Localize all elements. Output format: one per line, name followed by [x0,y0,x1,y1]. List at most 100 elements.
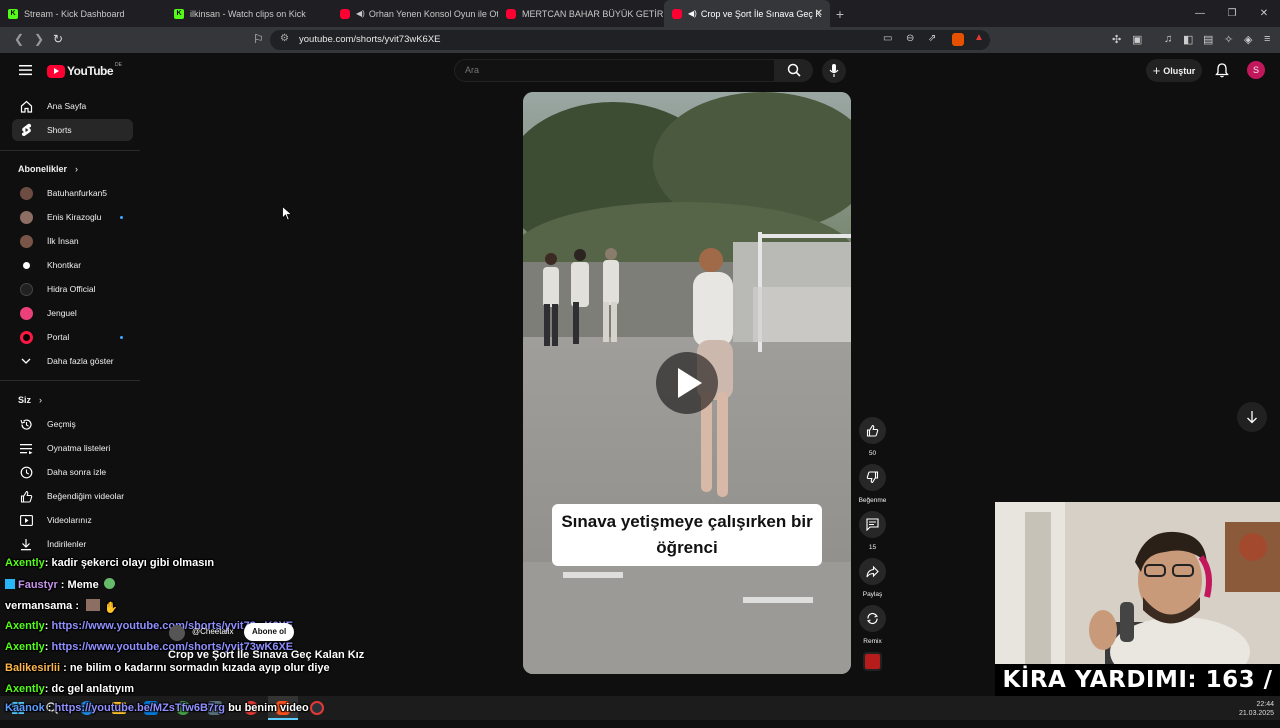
chat-message: Axently: kadir şekerci olayı gibi olması… [5,557,214,569]
rewards-icon[interactable]: ▲ [974,32,984,43]
menu-icon[interactable]: ≡ [1264,33,1270,45]
audio-track-thumbnail[interactable] [863,652,882,671]
voice-search-button[interactable] [822,59,846,83]
leo-ai-icon[interactable]: ✧ [1224,33,1233,46]
tab-search-icon[interactable]: ▣ [1132,33,1142,46]
chat-username: Axently [5,683,45,695]
sidebar-icon[interactable]: ◧ [1183,33,1193,46]
cast-icon[interactable]: ▭ [883,33,892,44]
subscribe-button[interactable]: Abone ol [244,623,295,641]
sidebar-item-label: İlk İnsan [47,236,79,246]
sidebar-item-label: Batuhanfurkan5 [47,188,108,198]
browser-tab[interactable]: K Stream - Kick Dashboard [0,0,166,27]
extensions-icon[interactable]: ✣ [1112,33,1121,46]
site-info-icon[interactable]: ⚙ [280,33,289,44]
channel-avatar [19,186,33,200]
chat-text: : Meme [57,579,99,591]
sidebar-item-label: Daha sonra izle [47,467,107,477]
sidebar-item-label: Oynatma listeleri [47,443,111,453]
youtube-logo[interactable]: YouTube DE [47,62,122,78]
play-button[interactable] [656,352,718,414]
dislike-button[interactable]: Beğenme [859,464,886,504]
sidebar-item-label: Videolarınız [47,515,92,525]
show-more-button[interactable]: Daha fazla göster [12,350,133,372]
like-button[interactable]: 50 [859,417,886,457]
close-window-icon[interactable]: ✕ [1248,8,1280,19]
sidebar-item-your-videos[interactable]: Videolarınız [12,509,133,531]
sidebar-item-watch-later[interactable]: Daha sonra izle [12,461,133,483]
browser-tab-bar: K Stream - Kick Dashboard Kilkinsan - Wat… [0,0,1280,27]
sidebar-item-channel[interactable]: Hidra Official [12,278,133,300]
next-short-button[interactable] [1237,402,1267,432]
url-text: youtube.com/shorts/yvit73wK6XE [299,34,441,45]
sidebar-item-label: Portal [47,332,70,342]
browser-tab[interactable]: MERTCAN BAHAR BÜYÜK GETİR OLA [498,0,664,27]
address-bar[interactable]: ⚙ youtube.com/shorts/yvit73wK6XE ▭ ⊖ ⇗ ▲ [270,30,990,50]
share-icon[interactable]: ⇗ [928,33,936,44]
channel-avatar [19,258,33,272]
sidebar-item-label: Shorts [47,125,72,135]
zoom-icon[interactable]: ⊖ [906,33,914,44]
download-icon [19,537,33,551]
sidebar-item-liked-videos[interactable]: Beğendiğim videolar [12,485,133,507]
sidebar-item-channel[interactable]: Khontkar [12,254,133,276]
hamburger-menu-icon[interactable] [19,64,33,76]
short-channel-name[interactable]: @Cheetalix [192,627,233,636]
taskbar-clock[interactable]: 22:44 21.03.2025 [1239,700,1274,718]
bookmark-icon[interactable]: ⚐ [253,32,264,46]
tab-title: Orhan Yenen Konsol Oyun ile Ot [368,8,498,19]
sidebar-item-channel[interactable]: Portal [12,326,133,348]
webcam-feed [995,502,1280,664]
sidebar-item-channel[interactable]: Batuhanfurkan5 [12,182,133,204]
share-arrow-icon [866,565,879,577]
comment-icon [866,518,879,531]
new-tab-button[interactable]: + [830,6,850,22]
vpn-icon[interactable]: ◈ [1244,33,1252,46]
create-button[interactable]: + Oluştur [1146,59,1202,82]
sidebar-item-downloads[interactable]: İndirilenler [12,533,133,555]
sidebar-item-history[interactable]: Geçmiş [12,413,133,435]
history-icon [19,417,33,431]
browser-tab[interactable]: Kilkinsan - Watch clips on Kick [166,0,332,27]
channel-avatar[interactable] [169,625,185,641]
youtube-icon [340,8,350,19]
search-button[interactable] [775,59,813,82]
search-box[interactable] [454,59,775,82]
sidebar-item-shorts[interactable]: Shorts [12,119,133,141]
sidebar-item-home[interactable]: Ana Sayfa [12,95,133,117]
subscriptions-header[interactable]: Abonelikler › [18,164,78,174]
minimize-icon[interactable]: — [1184,8,1216,19]
short-title: Crop ve Şort İle Sınava Geç Kalan Kız [168,649,365,661]
reload-icon[interactable]: ↻ [53,32,63,46]
sidebar-item-channel[interactable]: Enis Kirazoglu [12,206,133,228]
browser-tab[interactable]: ◀) Orhan Yenen Konsol Oyun ile Ot [332,0,498,27]
brave-shield-icon[interactable] [952,33,964,46]
forward-icon[interactable]: ❯ [34,32,44,46]
chat-message: vermansama : ✋ [5,599,118,614]
share-button[interactable]: Paylaş [859,558,886,598]
sidebar-item-playlists[interactable]: Oynatma listeleri [12,437,133,459]
caption-line: öğrenci [656,538,718,557]
chat-message: Faustyr : Meme [5,578,115,591]
media-icon[interactable]: ♫ [1164,33,1172,45]
account-avatar[interactable]: S [1247,61,1265,79]
you-header[interactable]: Siz › [18,395,42,405]
maximize-icon[interactable]: ❐ [1216,8,1248,19]
tab-title: MERTCAN BAHAR BÜYÜK GETİR OLA [522,8,664,19]
sidebar-item-channel[interactable]: İlk İnsan [12,230,133,252]
comments-button[interactable]: 15 [859,511,886,551]
chat-message: Axently: dc gel anlatıyım [5,683,134,695]
youtube-logo-icon [47,64,65,78]
tab-title: Stream - Kick Dashboard [24,8,125,19]
back-icon[interactable]: ❮ [14,32,24,46]
youtube-icon [506,8,516,19]
wallet-icon[interactable]: ▤ [1203,33,1213,46]
search-input[interactable] [465,65,755,75]
sidebar-item-channel[interactable]: Jenguel [12,302,133,324]
browser-tab-active[interactable]: ◀) Crop ve Şort İle Sınava Geç K ✕ [664,0,830,27]
chat-link[interactable]: https://youtube.be/MZsTfw6B7rg [55,702,226,714]
notifications-bell-icon[interactable] [1215,63,1229,78]
remix-button[interactable]: Remix [859,605,886,645]
close-tab-icon[interactable]: ✕ [815,8,823,19]
obs-icon[interactable] [310,701,324,715]
